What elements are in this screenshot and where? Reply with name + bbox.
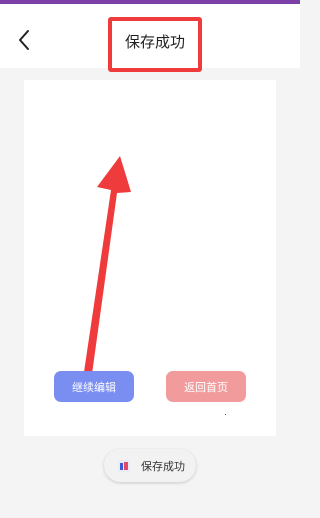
dot-mark (225, 414, 226, 415)
toast: 保存成功 (104, 449, 196, 482)
page-title: 保存成功 (124, 33, 185, 51)
back-home-button[interactable]: 返回首页 (166, 371, 246, 402)
chevron-left-icon (19, 30, 29, 50)
app-icon (118, 459, 130, 472)
back-button[interactable] (10, 24, 38, 56)
toast-message: 保存成功 (141, 459, 185, 473)
title-highlight-box: 保存成功 (108, 17, 202, 72)
continue-edit-button[interactable]: 继续编辑 (54, 371, 134, 402)
